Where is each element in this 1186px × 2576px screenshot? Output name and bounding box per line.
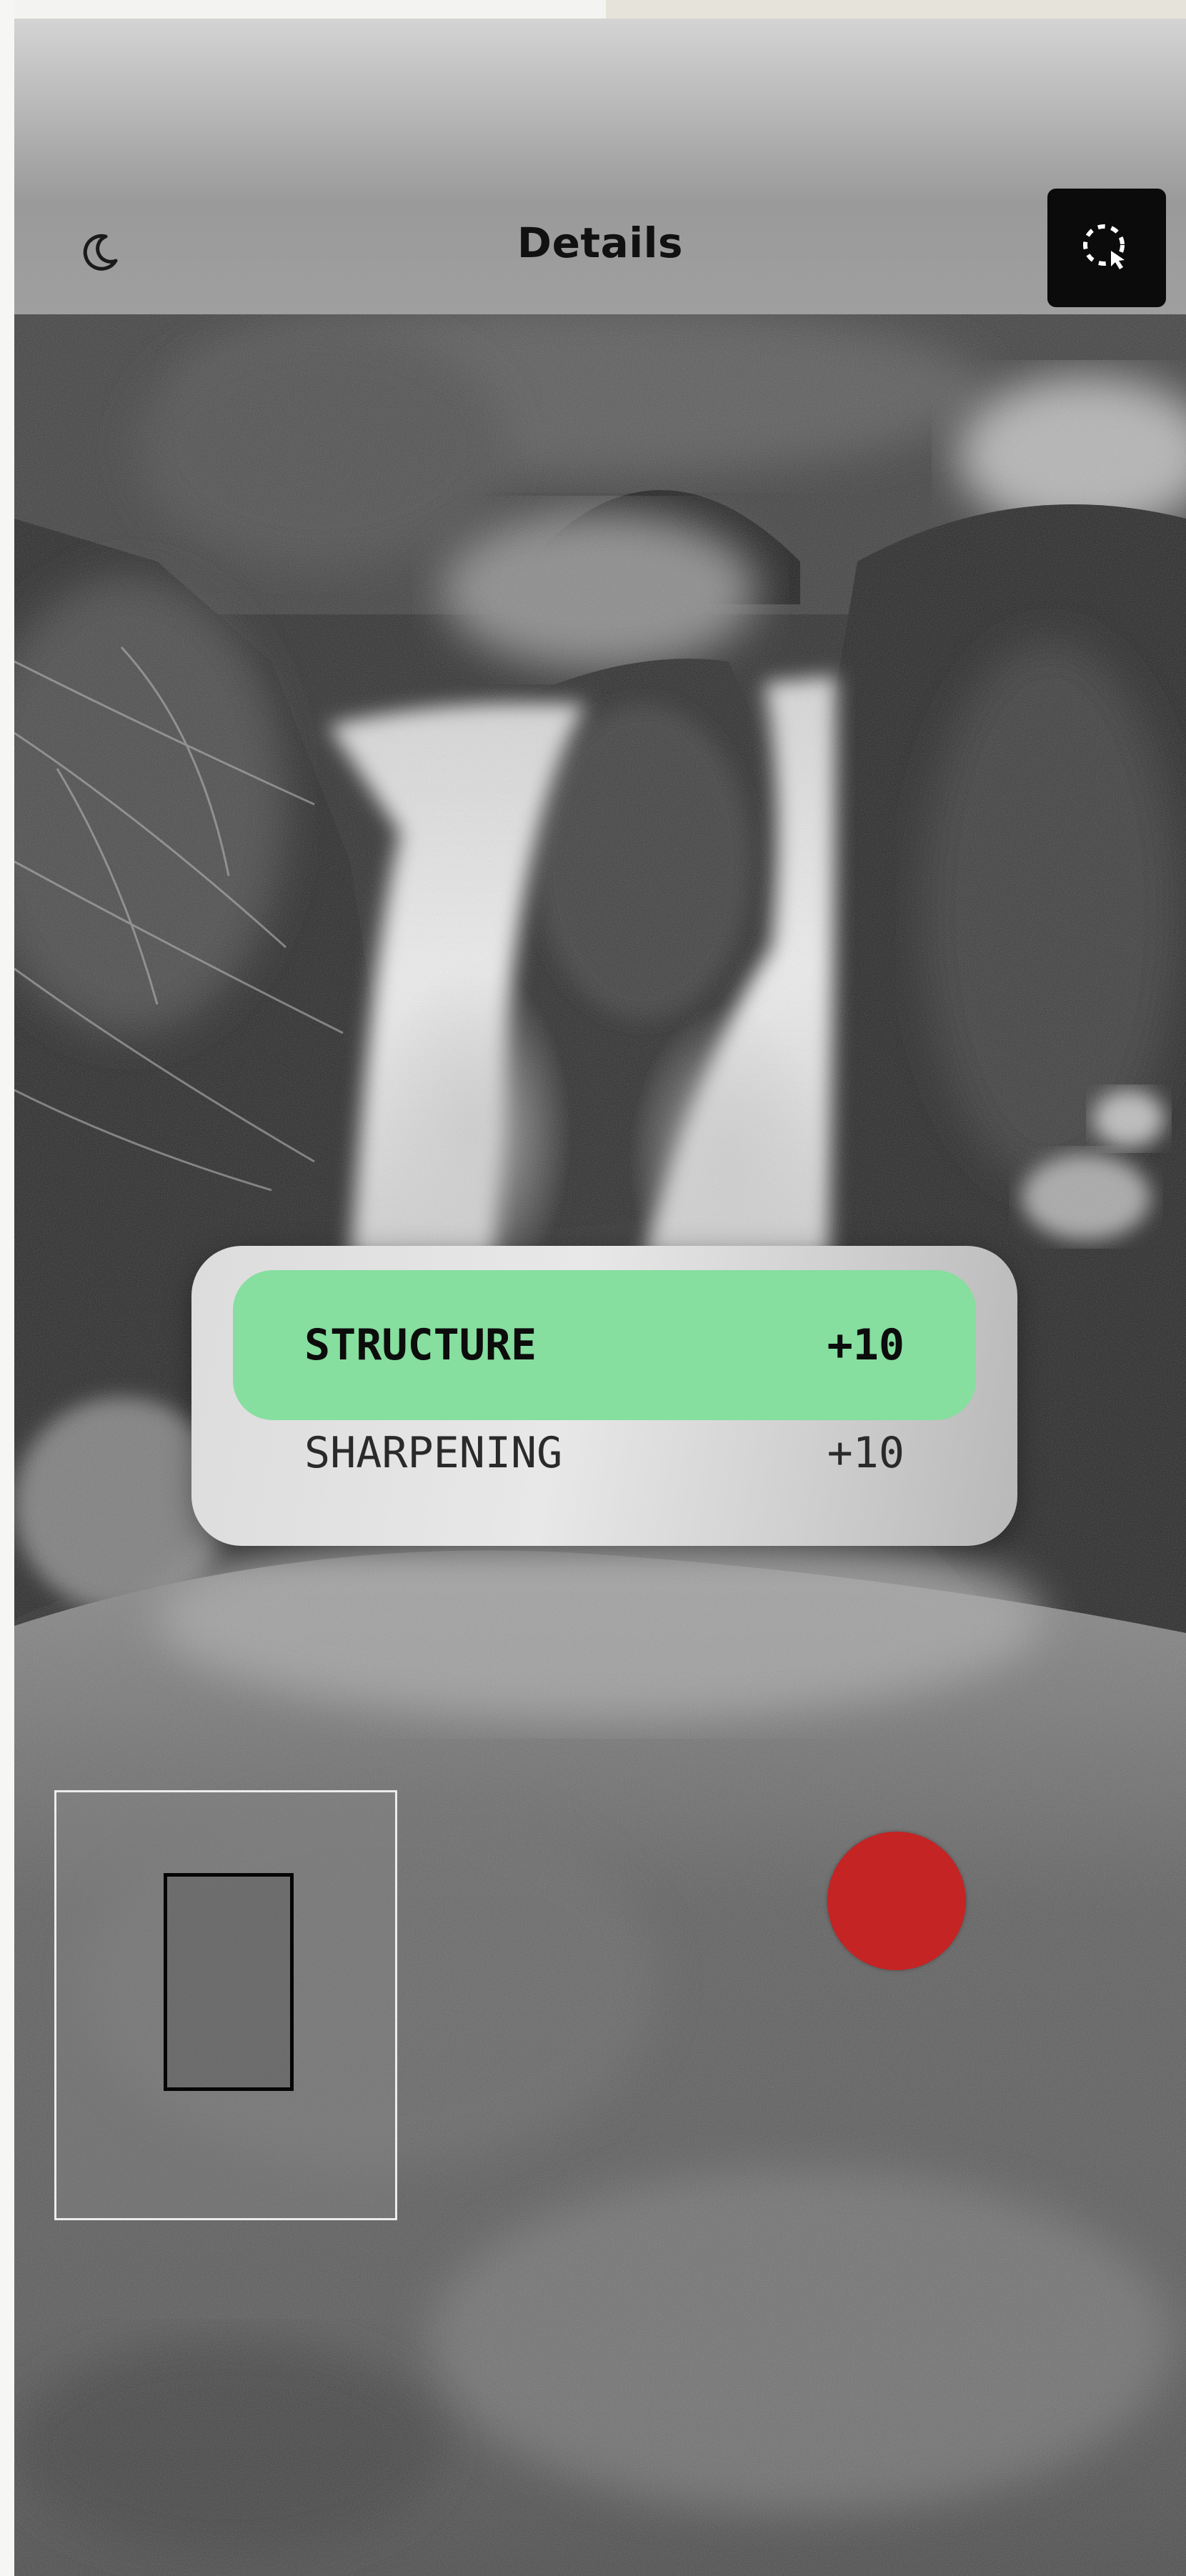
record-button[interactable] (827, 1832, 966, 1970)
page-top-strip (0, 0, 1186, 19)
menu-item-sharpening[interactable]: SHARPENING +10 (233, 1382, 976, 1532)
menu-item-value: +10 (827, 1428, 905, 1478)
app-header: Details (14, 19, 1186, 314)
menu-item-label: SHARPENING (304, 1428, 563, 1478)
minimap-viewport-frame[interactable] (164, 1873, 294, 2091)
navigator-minimap[interactable] (54, 1790, 397, 2220)
selection-cursor-icon (1083, 224, 1125, 269)
adjustment-menu: STRUCTURE +10 SHARPENING +10 (191, 1246, 1017, 1546)
selection-tool-button[interactable] (1047, 189, 1166, 307)
page-title: Details (517, 219, 684, 267)
page-left-edge (0, 0, 14, 2576)
page-top-strip-tint (606, 0, 1186, 19)
app-screen: Details STRUCTURE +10 SHARPENING +10 (14, 19, 1186, 2576)
